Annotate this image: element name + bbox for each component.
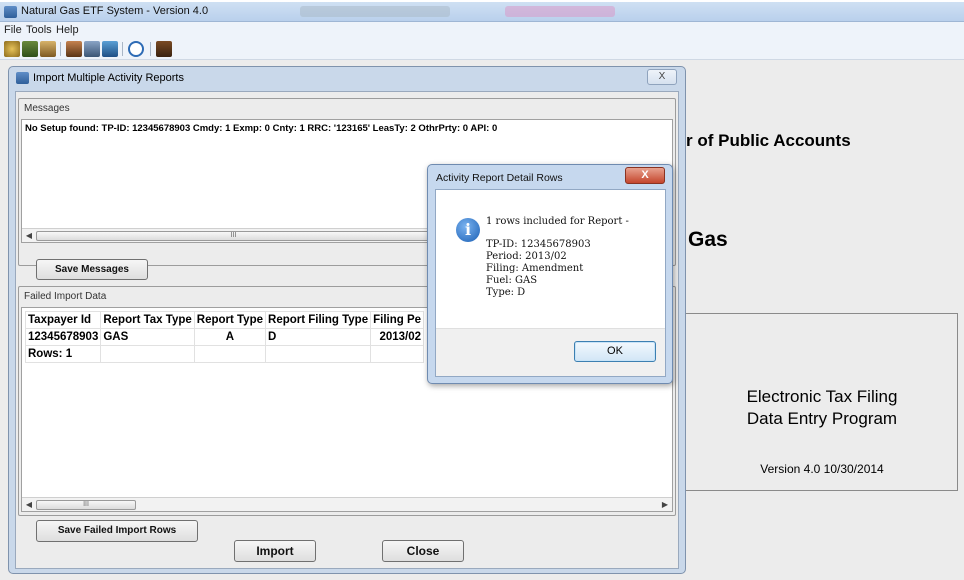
column-header-taxpayer-id: Taxpayer Id xyxy=(24,311,102,329)
import-icon[interactable] xyxy=(66,41,82,57)
import-dialog-title-bar: Import Multiple Activity Reports X xyxy=(9,67,685,89)
import-dialog-title: Import Multiple Activity Reports xyxy=(33,72,184,84)
toolbar xyxy=(0,38,964,60)
cell-report-filing-type: D xyxy=(265,328,372,346)
scroll-thumb[interactable]: III xyxy=(36,231,431,241)
ok-button[interactable]: OK xyxy=(574,341,656,362)
cell-report-type: A xyxy=(193,328,267,346)
program-description: Electronic Tax Filing Data Entry Program xyxy=(685,386,959,430)
column-header-report-type: Report Type xyxy=(193,311,267,329)
column-header-report-tax-type: Report Tax Type xyxy=(100,311,195,329)
bottom-area xyxy=(684,491,964,580)
activity-report-dialog: Activity Report Detail Rows X i 1 rows i… xyxy=(427,164,673,384)
scroll-right-icon[interactable]: ▶ xyxy=(659,499,671,510)
save-messages-button[interactable]: Save Messages xyxy=(36,259,148,280)
table-header-row: Taxpayer Id Report Tax Type Report Type … xyxy=(24,311,425,329)
print-icon[interactable] xyxy=(102,41,118,57)
grid-hscrollbar[interactable]: ◀ III ▶ xyxy=(22,497,672,511)
cell-filing-period: 2013/02 xyxy=(370,328,425,346)
message-box-title: Activity Report Detail Rows xyxy=(436,172,563,184)
close-button[interactable]: Close xyxy=(382,540,464,562)
toolbar-separator xyxy=(150,42,151,56)
menu-help[interactable]: Help xyxy=(56,24,79,36)
program-line1: Electronic Tax Filing xyxy=(746,387,898,406)
blurred-tab xyxy=(505,6,615,17)
scroll-left-icon[interactable]: ◀ xyxy=(23,230,35,241)
toolbar-separator xyxy=(122,42,123,56)
column-header-filing-period: Filing Pe xyxy=(370,311,425,329)
open-icon[interactable] xyxy=(4,41,20,57)
fuel-text: Fuel: GAS xyxy=(486,275,538,286)
filing-text: Filing: Amendment xyxy=(486,263,584,274)
agency-heading: r of Public Accounts xyxy=(686,131,851,150)
tp-id-text: TP-ID: 12345678903 xyxy=(486,239,591,250)
info-icon: i xyxy=(456,218,480,242)
failed-import-table: Taxpayer Id Report Tax Type Report Type … xyxy=(24,311,425,363)
menu-tools[interactable]: Tools xyxy=(26,24,52,36)
save-icon[interactable] xyxy=(22,41,38,57)
program-heading: Gas xyxy=(688,228,728,251)
message-box-footer: OK xyxy=(436,328,665,376)
copy-icon[interactable] xyxy=(84,41,100,57)
messages-label: Messages xyxy=(24,103,70,114)
scroll-left-icon[interactable]: ◀ xyxy=(23,499,35,510)
menu-bar: File Tools Help xyxy=(0,22,964,38)
cell-taxpayer-id: 12345678903 xyxy=(24,328,102,346)
import-button[interactable]: Import xyxy=(234,540,316,562)
type-text: Type: D xyxy=(486,287,526,298)
message-line: No Setup found: TP-ID: 12345678903 Cmdy:… xyxy=(25,123,498,134)
scroll-thumb[interactable]: III xyxy=(36,500,136,510)
menu-file[interactable]: File xyxy=(4,24,22,36)
period-text: Period: 2013/02 xyxy=(486,251,567,262)
main-title-bar: Natural Gas ETF System - Version 4.0 xyxy=(0,2,964,22)
help-icon[interactable] xyxy=(128,41,144,57)
message-box-close-button[interactable]: X xyxy=(625,167,665,184)
dialog-close-button[interactable]: X xyxy=(647,69,677,85)
program-line2: Data Entry Program xyxy=(746,409,898,428)
message-box-body: i 1 rows included for Report - TP-ID: 12… xyxy=(435,189,666,377)
failed-import-label: Failed Import Data xyxy=(24,291,107,302)
program-info-box: Electronic Tax Filing Data Entry Program… xyxy=(684,313,958,491)
column-header-report-filing-type: Report Filing Type xyxy=(265,311,372,329)
toolbar-separator xyxy=(60,42,61,56)
report-icon[interactable] xyxy=(40,41,56,57)
rows-count: Rows: 1 xyxy=(24,345,102,363)
cell-report-tax-type: GAS xyxy=(100,328,195,346)
table-row-count: Rows: 1 xyxy=(24,345,425,363)
version-label: Version 4.0 10/30/2014 xyxy=(760,462,884,476)
rows-included-text: 1 rows included for Report - xyxy=(486,216,629,227)
exit-icon[interactable] xyxy=(156,41,172,57)
table-row[interactable]: 12345678903 GAS A D 2013/02 xyxy=(24,328,425,346)
save-failed-rows-button[interactable]: Save Failed Import Rows xyxy=(36,520,198,542)
blurred-tab xyxy=(300,6,450,17)
app-icon xyxy=(4,6,17,18)
dialog-icon xyxy=(16,72,29,84)
app-title: Natural Gas ETF System - Version 4.0 xyxy=(21,5,209,17)
